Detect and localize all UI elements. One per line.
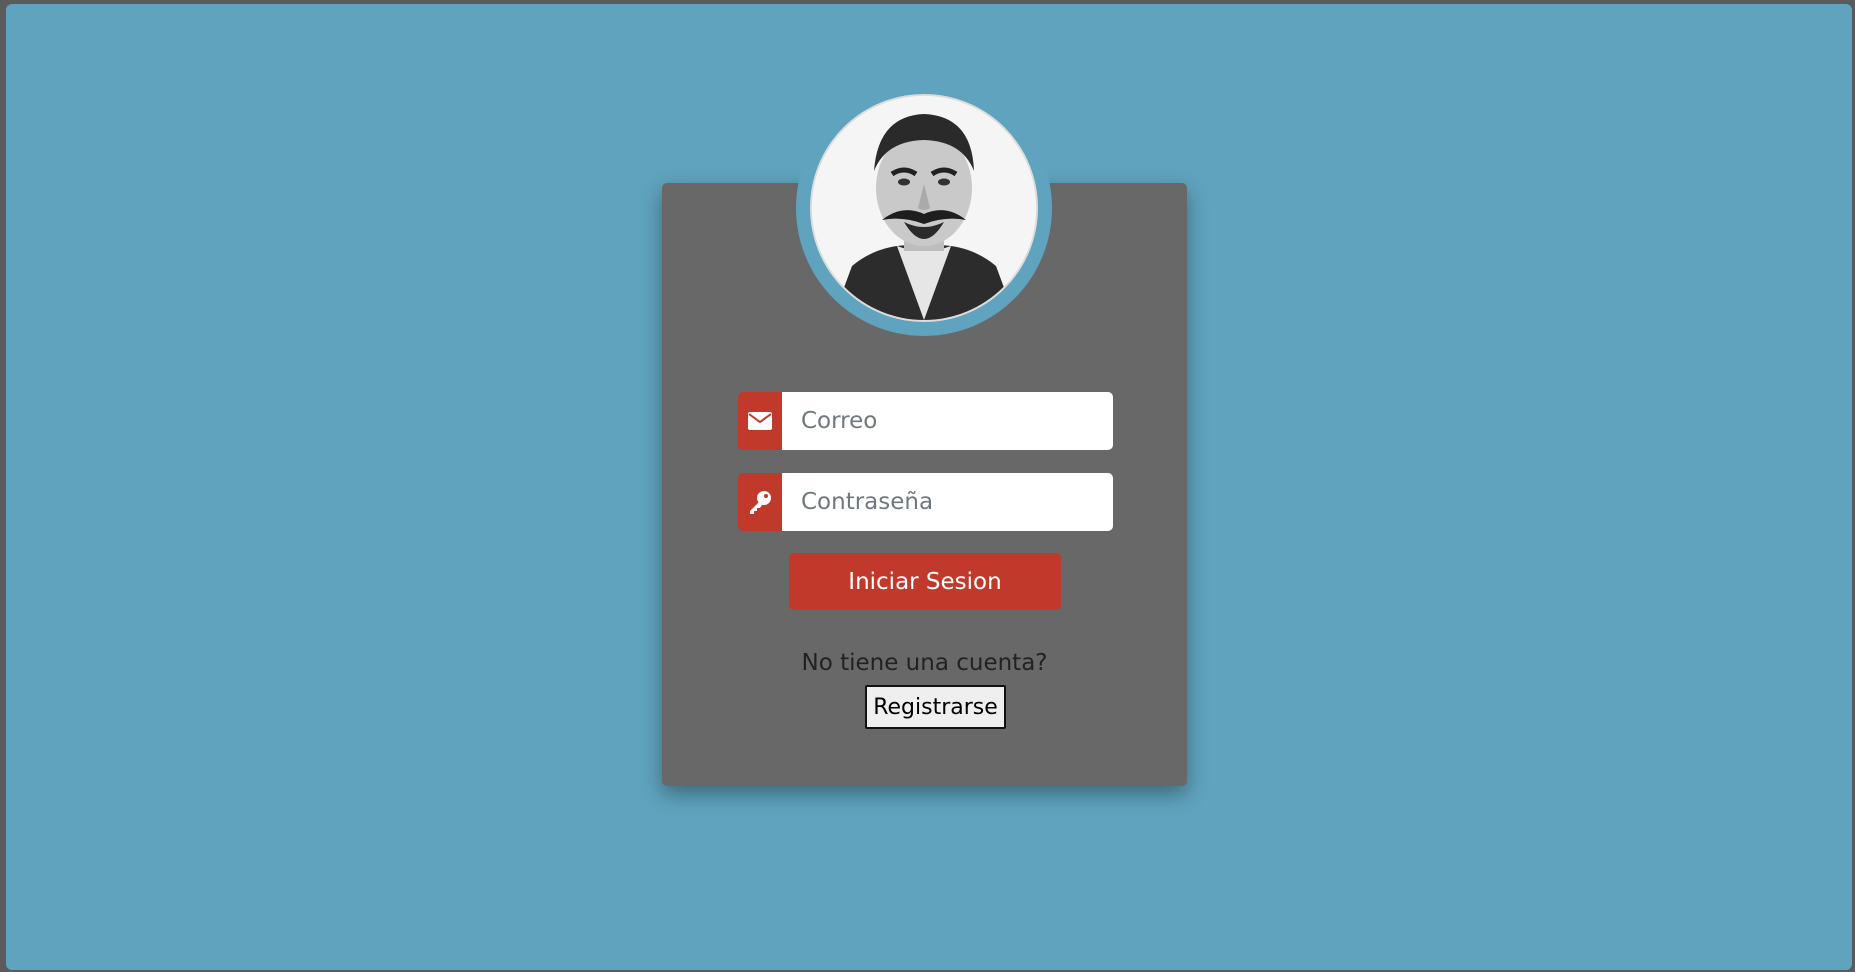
email-field-group	[738, 392, 1113, 450]
no-account-text: No tiene una cuenta?	[801, 650, 1048, 676]
register-button[interactable]: Registrarse	[865, 685, 1006, 729]
password-field-group	[738, 473, 1113, 531]
avatar-ring	[796, 80, 1052, 336]
envelope-icon	[738, 392, 782, 450]
password-field[interactable]	[782, 473, 1113, 531]
portrait-image	[812, 96, 1036, 320]
avatar	[810, 94, 1038, 322]
login-button[interactable]: Iniciar Sesion	[789, 553, 1061, 610]
email-field[interactable]	[782, 392, 1113, 450]
key-icon	[738, 473, 782, 531]
